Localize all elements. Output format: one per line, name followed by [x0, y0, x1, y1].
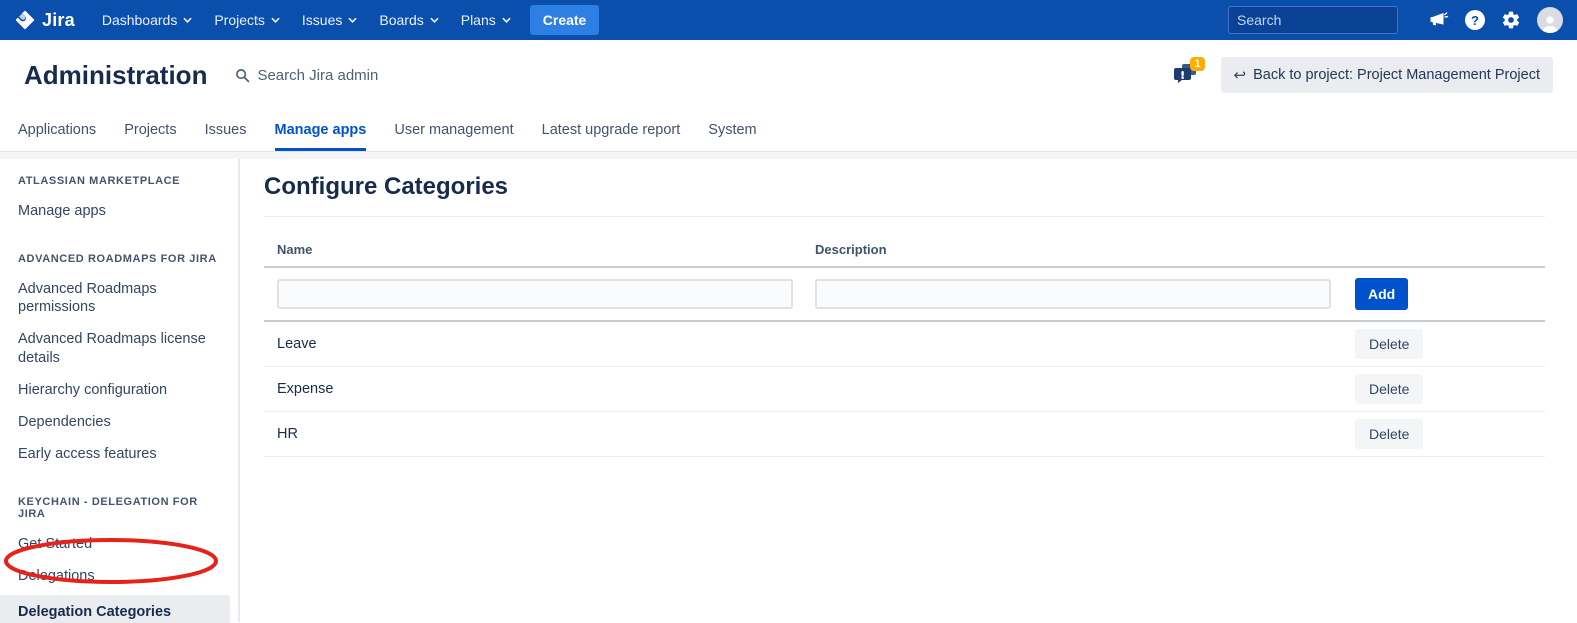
chevron-down-icon [502, 17, 511, 23]
jira-logo-icon [14, 9, 36, 31]
chevron-down-icon [271, 17, 280, 23]
tab-applications[interactable]: Applications [18, 110, 96, 151]
search-icon [235, 68, 250, 83]
user-avatar[interactable] [1537, 7, 1563, 33]
admin-search-label: Search Jira admin [257, 67, 378, 84]
notification-badge: 1 [1190, 57, 1204, 71]
sidebar-item-hierarchy-configuration[interactable]: Hierarchy configuration [18, 374, 218, 406]
sidebar-item-early-access-features[interactable]: Early access features [18, 438, 218, 470]
tab-latest-upgrade-report[interactable]: Latest upgrade report [542, 110, 681, 151]
create-button[interactable]: Create [530, 5, 600, 35]
menu-issues[interactable]: Issues [291, 0, 368, 40]
menu-projects[interactable]: Projects [203, 0, 291, 40]
sidebar-item-manage-apps[interactable]: Manage apps [18, 195, 218, 227]
table-row-expense: Expense Delete [264, 367, 1545, 412]
sidebar-item-delegations[interactable]: Delegations [18, 560, 218, 592]
brand-name: Jira [42, 10, 75, 31]
global-search-input[interactable] [1237, 12, 1418, 28]
add-button[interactable]: Add [1355, 278, 1408, 310]
settings-gear-icon[interactable] [1501, 10, 1521, 30]
table-row-hr: HR Delete [264, 412, 1545, 457]
delete-button[interactable]: Delete [1355, 374, 1423, 404]
tab-user-management[interactable]: User management [394, 110, 513, 151]
tab-issues[interactable]: Issues [205, 110, 247, 151]
back-to-project-button[interactable]: ↩ Back to project: Project Management Pr… [1221, 57, 1554, 93]
global-search[interactable] [1228, 6, 1398, 34]
admin-tabbar: Applications Projects Issues Manage apps… [0, 110, 1577, 152]
menu-dashboards[interactable]: Dashboards [91, 0, 204, 40]
sidebar-section-keychain-delegation: KEYCHAIN - DELEGATION FOR JIRA [18, 496, 224, 520]
category-description-input[interactable] [815, 279, 1331, 309]
category-name: Expense [277, 381, 815, 397]
sidebar-item-delegation-categories[interactable]: Delegation Categories [0, 595, 230, 623]
add-category-row: Add [264, 268, 1545, 322]
tab-manage-apps[interactable]: Manage apps [275, 110, 367, 151]
category-name: HR [277, 426, 815, 442]
chevron-down-icon [348, 17, 357, 23]
sidebar-section-advanced-roadmaps: ADVANCED ROADMAPS FOR JIRA [18, 253, 224, 265]
delete-button[interactable]: Delete [1355, 419, 1423, 449]
page-title: Administration [24, 60, 207, 91]
category-name-input[interactable] [277, 279, 793, 309]
help-glyph: ? [1465, 10, 1485, 30]
back-button-label: Back to project: Project Management Proj… [1253, 67, 1540, 83]
sidebar-item-get-started[interactable]: Get Started [18, 528, 218, 560]
content-title: Configure Categories [264, 173, 1545, 217]
categories-table: Name Description Add Leave Dele [264, 233, 1545, 457]
chevron-down-icon [430, 17, 439, 23]
table-header-row: Name Description [264, 233, 1545, 268]
admin-header: Administration Search Jira admin 1 ↩ Bac… [0, 40, 1577, 110]
main-content: Configure Categories Name Description Ad… [240, 159, 1577, 622]
jira-logo[interactable]: Jira [14, 9, 75, 31]
sidebar-item-dependencies[interactable]: Dependencies [18, 406, 218, 438]
top-navigation-bar: Jira Dashboards Projects Issues Boards P… [0, 0, 1577, 40]
sidebar-item-advanced-roadmaps-license-details[interactable]: Advanced Roadmaps license details [18, 323, 218, 373]
notification-icon[interactable]: 1 [1173, 61, 1203, 89]
tab-system[interactable]: System [708, 110, 756, 151]
menu-boards[interactable]: Boards [368, 0, 449, 40]
help-icon[interactable]: ? [1465, 10, 1485, 30]
avatar-icon [1537, 7, 1563, 33]
column-header-description: Description [815, 242, 1355, 257]
tabbar-shadow-band [0, 152, 1577, 159]
back-arrow-icon: ↩ [1234, 66, 1247, 84]
table-row-leave: Leave Delete [264, 322, 1545, 367]
delete-button[interactable]: Delete [1355, 329, 1423, 359]
chevron-down-icon [183, 17, 192, 23]
announcements-icon[interactable] [1428, 10, 1449, 30]
column-header-name: Name [277, 242, 815, 257]
sidebar-item-advanced-roadmaps-permissions[interactable]: Advanced Roadmaps permissions [18, 273, 218, 323]
category-name: Leave [277, 336, 815, 352]
tab-projects[interactable]: Projects [124, 110, 176, 151]
menu-plans[interactable]: Plans [450, 0, 522, 40]
admin-sidebar: ATLASSIAN MARKETPLACE Manage apps ADVANC… [0, 159, 240, 622]
sidebar-section-atlassian-marketplace: ATLASSIAN MARKETPLACE [18, 175, 224, 187]
admin-search[interactable]: Search Jira admin [235, 67, 378, 84]
